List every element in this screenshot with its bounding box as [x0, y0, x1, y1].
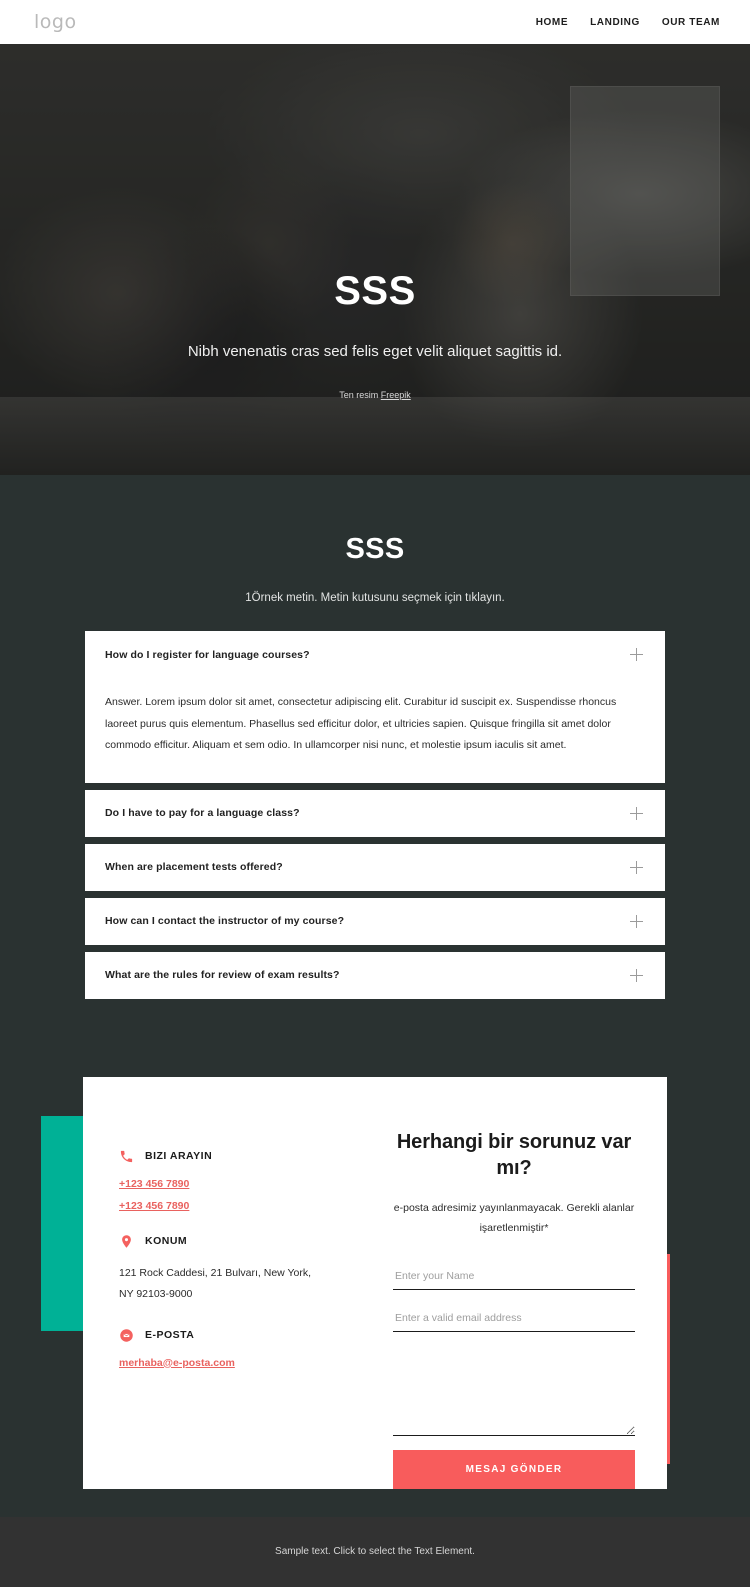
plus-icon[interactable] [630, 914, 643, 928]
faq-item: What are the rules for review of exam re… [85, 951, 665, 999]
faq-accordion: How do I register for language courses? … [85, 631, 665, 999]
contact-location-group: KONUM 121 Rock Caddesi, 21 Bulvarı, New … [119, 1234, 375, 1306]
faq-subtitle: 1Örnek metin. Metin kutusunu seçmek için… [245, 592, 505, 604]
message-textarea[interactable] [393, 1348, 635, 1437]
phone-number-link[interactable]: +123 456 7890 [119, 1178, 375, 1190]
site-logo[interactable]: logo [34, 11, 77, 33]
contact-phone-label: BIZI ARAYIN [145, 1150, 213, 1163]
contact-email-group: E-POSTA merhaba@e-posta.com [119, 1328, 375, 1369]
faq-item-header[interactable]: How do I register for language courses? [85, 631, 665, 678]
nav-item-home[interactable]: HOME [536, 17, 568, 28]
contact-email-header: E-POSTA [119, 1328, 375, 1343]
plus-icon[interactable] [630, 806, 643, 820]
faq-section: SSS 1Örnek metin. Metin kutusunu seçmek … [0, 475, 750, 999]
contact-form: Herhangi bir sorunuz var mı? e-posta adr… [375, 1077, 667, 1490]
credit-prefix: Ten resim [339, 390, 381, 400]
faq-item-header[interactable]: Do I have to pay for a language class? [85, 790, 665, 837]
form-note: e-posta adresimiz yayınlanmayacak. Gerek… [393, 1202, 635, 1234]
nav-item-our-team[interactable]: OUR TEAM [662, 17, 720, 28]
plus-icon[interactable] [630, 860, 643, 874]
phone-number-link[interactable]: +123 456 7890 [119, 1200, 375, 1212]
faq-title: SSS [345, 533, 405, 565]
form-title: Herhangi bir sorunuz var mı? [396, 1130, 632, 1179]
form-fields: MESAJ GÖNDER [393, 1264, 635, 1490]
hero-title: SSS [334, 269, 416, 313]
site-header: logo HOME LANDING OUR TEAM [0, 0, 750, 44]
contact-section: BIZI ARAYIN +123 456 7890 +123 456 7890 … [0, 1076, 750, 1517]
faq-item: When are placement tests offered? [85, 843, 665, 891]
faq-item-header[interactable]: What are the rules for review of exam re… [85, 952, 665, 999]
faq-item-header[interactable]: How can I contact the instructor of my c… [85, 898, 665, 945]
contact-phone-group: BIZI ARAYIN +123 456 7890 +123 456 7890 [119, 1149, 375, 1212]
email-address-link[interactable]: merhaba@e-posta.com [119, 1357, 375, 1369]
faq-item: Do I have to pay for a language class? [85, 789, 665, 837]
contact-email-label: E-POSTA [145, 1329, 195, 1342]
faq-item-header[interactable]: When are placement tests offered? [85, 844, 665, 891]
contact-card: BIZI ARAYIN +123 456 7890 +123 456 7890 … [83, 1076, 667, 1490]
plus-icon[interactable] [630, 648, 643, 661]
faq-question: How can I contact the instructor of my c… [105, 915, 345, 928]
mail-icon [119, 1328, 134, 1343]
faq-question: Do I have to pay for a language class? [105, 807, 300, 820]
contact-location-label: KONUM [145, 1235, 188, 1248]
nav-item-landing[interactable]: LANDING [590, 17, 640, 28]
contact-location-header: KONUM [119, 1234, 375, 1249]
faq-question: How do I register for language courses? [105, 648, 310, 661]
hero-section: SSS Nibh venenatis cras sed felis eget v… [0, 44, 750, 475]
contact-info: BIZI ARAYIN +123 456 7890 +123 456 7890 … [83, 1077, 375, 1490]
faq-item: How can I contact the instructor of my c… [85, 897, 665, 945]
landing-page: logo HOME LANDING OUR TEAM SSS Nibh vene… [0, 0, 750, 1587]
faq-item: How do I register for language courses? … [85, 631, 665, 783]
send-message-button[interactable]: MESAJ GÖNDER [393, 1450, 635, 1490]
hero-image-credit: Ten resim Freepik [0, 390, 750, 400]
phone-icon [119, 1149, 134, 1164]
faq-answer: Answer. Lorem ipsum dolor sit amet, cons… [105, 696, 617, 752]
hero-content: SSS Nibh venenatis cras sed felis eget v… [0, 44, 750, 400]
contact-phone-header: BIZI ARAYIN [119, 1149, 375, 1164]
map-pin-icon [119, 1234, 134, 1249]
contact-address: 121 Rock Caddesi, 21 Bulvarı, New York, … [119, 1266, 312, 1301]
hero-subtitle: Nibh venenatis cras sed felis eget velit… [187, 343, 563, 360]
name-input[interactable] [393, 1264, 635, 1291]
main-navigation: HOME LANDING OUR TEAM [536, 17, 720, 28]
credit-link[interactable]: Freepik [381, 390, 411, 400]
plus-icon[interactable] [630, 968, 643, 982]
email-input[interactable] [393, 1306, 635, 1333]
faq-question: When are placement tests offered? [105, 861, 283, 874]
faq-question: What are the rules for review of exam re… [105, 969, 340, 982]
